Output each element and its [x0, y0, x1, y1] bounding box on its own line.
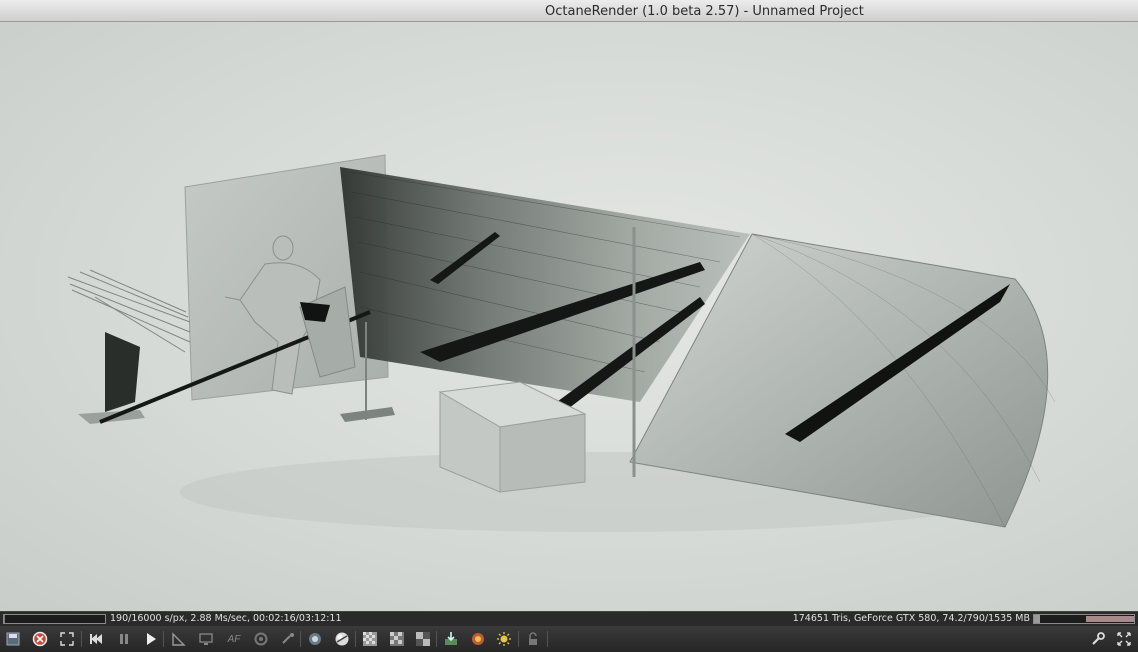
- white-balance-icon[interactable]: [252, 630, 270, 648]
- crate-right: [499, 413, 586, 493]
- render-region-icon[interactable]: [469, 630, 487, 648]
- gpu-memory-reserved: [1086, 616, 1134, 622]
- sun-icon[interactable]: [495, 630, 513, 648]
- autofocus-label: AF: [227, 633, 241, 645]
- gpu-memory-bar: [1033, 614, 1135, 624]
- material-picker-icon[interactable]: [279, 630, 297, 648]
- fit-view-icon[interactable]: [58, 630, 76, 648]
- settings-wrench-icon[interactable]: [1089, 630, 1107, 648]
- render-progress-fill: [4, 615, 6, 623]
- import-icon[interactable]: [442, 630, 460, 648]
- tripod-base: [340, 407, 395, 422]
- autofocus-icon[interactable]: AF: [225, 630, 243, 648]
- left-fin: [105, 332, 140, 412]
- play-icon[interactable]: [142, 630, 160, 648]
- restart-icon[interactable]: [87, 630, 105, 648]
- pause-icon[interactable]: [115, 630, 133, 648]
- render-stats: 190/16000 s/px, 2.88 Ms/sec, 00:02:16/03…: [110, 613, 342, 624]
- render-viewport[interactable]: [0, 22, 1138, 611]
- gpu-memory-fill: [1034, 615, 1040, 623]
- sphere-icon[interactable]: [333, 630, 351, 648]
- fullscreen-icon[interactable]: [1115, 630, 1133, 648]
- gpu-stats: 174651 Tris, GeForce GTX 580, 74.2/790/1…: [792, 613, 1030, 624]
- status-bar: 190/16000 s/px, 2.88 Ms/sec, 00:02:16/03…: [0, 611, 1138, 626]
- checker-small-icon[interactable]: [361, 630, 379, 648]
- lock-icon[interactable]: [524, 630, 542, 648]
- render-toolbar: AF: [0, 626, 1138, 652]
- reset-render-icon[interactable]: [31, 630, 49, 648]
- focus-picker-icon[interactable]: [170, 630, 188, 648]
- display-icon[interactable]: [197, 630, 215, 648]
- save-image-icon[interactable]: [4, 630, 22, 648]
- render-progress-bar: [3, 614, 106, 624]
- window-titlebar: OctaneRender (1.0 beta 2.57) - Unnamed P…: [0, 0, 1138, 22]
- window-title: OctaneRender (1.0 beta 2.57) - Unnamed P…: [545, 4, 864, 19]
- render-scene: [67, 154, 1056, 532]
- left-cable-bundle: [67, 269, 191, 353]
- checker-medium-icon[interactable]: [388, 630, 406, 648]
- lock-camera-icon[interactable]: [306, 630, 324, 648]
- checker-large-icon[interactable]: [414, 630, 432, 648]
